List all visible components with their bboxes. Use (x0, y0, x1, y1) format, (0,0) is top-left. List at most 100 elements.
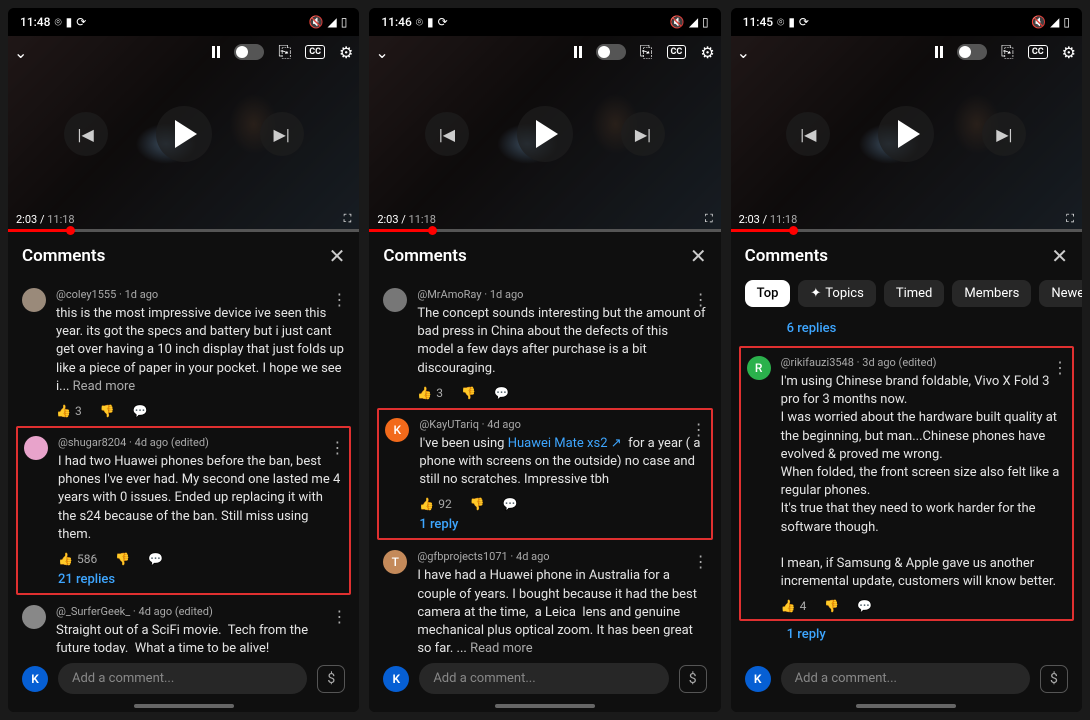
sync-icon: ⟳ (438, 15, 448, 29)
comments-list[interactable]: @MrAmoRay · 1d ago The concept sounds in… (369, 280, 720, 653)
thumbs-down-icon[interactable]: 👎 (100, 404, 115, 418)
more-options-icon[interactable]: ⋮ (691, 420, 707, 439)
avatar[interactable] (22, 288, 46, 312)
nav-handle[interactable] (856, 704, 956, 708)
more-options-icon[interactable]: ⋮ (693, 290, 709, 309)
thumbs-down-icon[interactable]: 👎 (824, 599, 839, 613)
status-time: 11:46 (381, 15, 411, 29)
avatar[interactable] (383, 288, 407, 312)
read-more-link[interactable]: Read more (470, 641, 533, 653)
close-icon[interactable]: ✕ (329, 244, 346, 268)
avatar[interactable]: T (383, 550, 407, 574)
collapse-chevron-icon[interactable]: ⌄ (737, 43, 750, 62)
more-options-icon[interactable]: ⋮ (329, 438, 345, 457)
play-button[interactable] (517, 106, 573, 162)
video-player[interactable]: ⌄ ⎘ CC ⚙ |◀ ▶| 2:03 / 11:18 ⛶ (8, 36, 359, 232)
chip-top[interactable]: Top (745, 280, 791, 307)
captions-icon[interactable]: CC (305, 45, 325, 59)
comments-title: Comments (383, 246, 466, 266)
settings-gear-icon[interactable]: ⚙ (1062, 43, 1076, 62)
comments-list[interactable]: @coley1555 · 1d ago this is the most imp… (8, 280, 359, 653)
fullscreen-icon[interactable]: ⛶ (344, 212, 352, 226)
cast-icon[interactable]: ⎘ (640, 42, 653, 62)
video-progress-bar[interactable] (731, 229, 1082, 232)
reply-icon[interactable]: 💬 (857, 599, 872, 613)
thumbs-down-icon[interactable]: 👎 (470, 497, 485, 511)
thumbs-down-icon[interactable]: 👎 (115, 552, 130, 566)
replies-link[interactable]: 1 reply (739, 623, 1074, 650)
user-avatar[interactable]: K (383, 666, 409, 692)
settings-gear-icon[interactable]: ⚙ (700, 43, 714, 62)
reply-icon[interactable]: 💬 (148, 552, 163, 566)
replies-link[interactable]: 1 reply (419, 517, 704, 532)
user-avatar[interactable]: K (745, 666, 771, 692)
superthanks-button[interactable]: $ (679, 665, 707, 693)
cast-icon[interactable]: ⎘ (278, 42, 291, 62)
collapse-chevron-icon[interactable]: ⌄ (375, 43, 388, 62)
mini-pause-icon (935, 46, 943, 58)
thumbs-up-icon[interactable]: 👍 3 (56, 404, 82, 418)
thumbs-up-icon[interactable]: 👍 92 (419, 497, 451, 511)
autoplay-toggle[interactable] (957, 44, 987, 60)
read-more-link[interactable]: Read more (73, 379, 136, 394)
close-icon[interactable]: ✕ (690, 244, 707, 268)
fullscreen-icon[interactable]: ⛶ (1066, 212, 1074, 226)
comment-input[interactable]: Add a comment... (419, 663, 668, 694)
more-options-icon[interactable]: ⋮ (331, 607, 347, 626)
settings-gear-icon[interactable]: ⚙ (339, 43, 353, 62)
whatsapp-icon: ⌾ (777, 15, 784, 30)
more-options-icon[interactable]: ⋮ (331, 290, 347, 309)
thumbs-down-icon[interactable]: 👎 (461, 386, 476, 400)
next-button[interactable]: ▶| (982, 112, 1026, 156)
mute-icon: 🔇 (670, 15, 685, 29)
avatar[interactable] (24, 436, 48, 460)
video-progress-bar[interactable] (8, 229, 359, 232)
autoplay-toggle[interactable] (596, 44, 626, 60)
avatar[interactable]: K (385, 418, 409, 442)
play-button[interactable] (156, 106, 212, 162)
previous-button[interactable]: |◀ (425, 112, 469, 156)
reply-icon[interactable]: 💬 (503, 497, 518, 511)
chip-topics[interactable]: ✦Topics (798, 280, 875, 307)
superthanks-button[interactable]: $ (317, 665, 345, 693)
play-button[interactable] (878, 106, 934, 162)
chip-members[interactable]: Members (952, 280, 1031, 307)
comment: R @rikifauzi3548 · 3d ago (edited) I'm u… (739, 346, 1074, 621)
nav-handle[interactable] (134, 704, 234, 708)
inline-link[interactable]: Huawei Mate xs2 ↗ (508, 436, 622, 451)
avatar[interactable]: R (747, 356, 771, 380)
avatar[interactable] (22, 605, 46, 629)
comment-input[interactable]: Add a comment... (58, 663, 307, 694)
collapse-chevron-icon[interactable]: ⌄ (14, 43, 27, 62)
previous-button[interactable]: |◀ (64, 112, 108, 156)
captions-icon[interactable]: CC (1028, 45, 1048, 59)
video-player[interactable]: ⌄ ⎘ CC ⚙ |◀ ▶| 2:03 / 11:18 ⛶ (369, 36, 720, 232)
thumbs-up-icon[interactable]: 👍 4 (781, 599, 807, 613)
superthanks-button[interactable]: $ (1040, 665, 1068, 693)
close-icon[interactable]: ✕ (1051, 244, 1068, 268)
captions-icon[interactable]: CC (667, 45, 687, 59)
reply-icon[interactable]: 💬 (494, 386, 509, 400)
more-options-icon[interactable]: ⋮ (693, 552, 709, 571)
nav-handle[interactable] (495, 704, 595, 708)
replies-link[interactable]: 6 replies (739, 317, 1074, 344)
thumbs-up-icon[interactable]: 👍 586 (58, 552, 97, 566)
video-player[interactable]: ⌄ ⎘ CC ⚙ |◀ ▶| 2:03 / 11:18 ⛶ (731, 36, 1082, 232)
next-button[interactable]: ▶| (260, 112, 304, 156)
comment-input[interactable]: Add a comment... (781, 663, 1030, 694)
more-options-icon[interactable]: ⋮ (1052, 358, 1068, 377)
previous-button[interactable]: |◀ (786, 112, 830, 156)
autoplay-toggle[interactable] (234, 44, 264, 60)
next-button[interactable]: ▶| (621, 112, 665, 156)
user-avatar[interactable]: K (22, 666, 48, 692)
reply-icon[interactable]: 💬 (133, 404, 148, 418)
replies-link[interactable]: 21 replies (58, 572, 343, 587)
comment-meta: @shugar8204 · 4d ago (edited) (58, 436, 343, 449)
chip-timed[interactable]: Timed (884, 280, 945, 307)
comments-list[interactable]: 6 replies R @rikifauzi3548 · 3d ago (edi… (731, 317, 1082, 653)
video-progress-bar[interactable] (369, 229, 720, 232)
thumbs-up-icon[interactable]: 👍 3 (417, 386, 443, 400)
chip-newest[interactable]: Newest (1039, 280, 1082, 307)
fullscreen-icon[interactable]: ⛶ (705, 212, 713, 226)
cast-icon[interactable]: ⎘ (1001, 42, 1014, 62)
